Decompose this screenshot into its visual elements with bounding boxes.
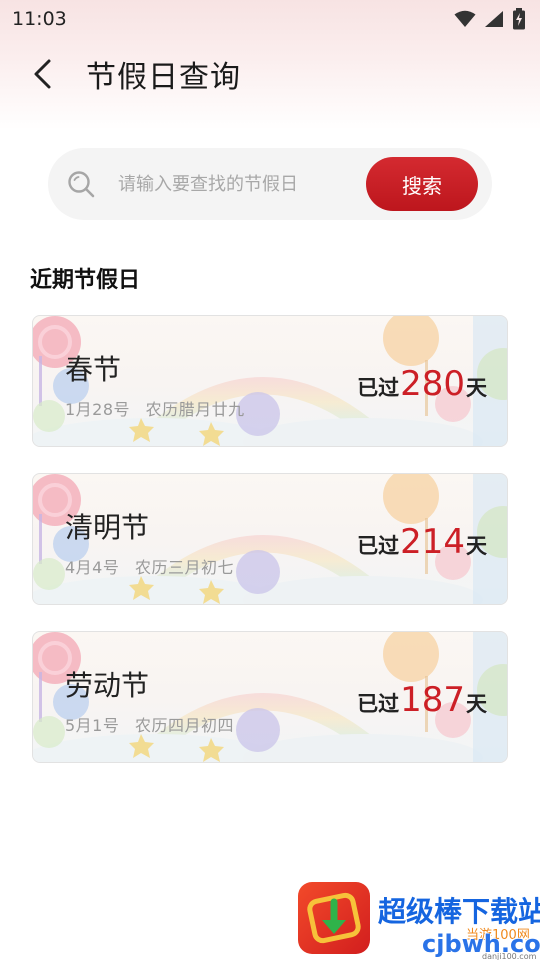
status-icons [454,8,526,30]
status-bar: 11:03 [0,0,540,38]
search-input[interactable] [118,164,350,204]
status-time: 11:03 [12,8,67,30]
battery-charging-icon [513,8,525,30]
holiday-date-line: 5月1号 农历四月初四 [65,712,234,736]
days-count: 280 [400,364,465,404]
holiday-date: 5月1号 [65,716,120,735]
days-prefix: 已过 [357,534,400,558]
holiday-lunar-date: 农历腊月廿九 [145,400,245,419]
days-prefix: 已过 [357,376,400,400]
wifi-icon [454,10,476,27]
holiday-days-passed: 已过 280 天 [357,364,487,404]
search-bar: 搜索 [48,148,492,220]
days-suffix: 天 [466,692,487,716]
days-suffix: 天 [466,376,487,400]
back-button[interactable] [12,48,72,100]
days-count: 214 [400,522,465,562]
search-icon [68,171,95,198]
holiday-card[interactable]: 劳动节 5月1号 农历四月初四 已过 187 天 [32,631,508,763]
holiday-name: 劳动节 [65,669,150,702]
watermark-logo [298,882,370,954]
holiday-date-line: 4月4号 农历三月初七 [65,554,234,578]
page-title: 节假日查询 [86,60,241,95]
site-watermark: 超级棒下载站 当游100网 cjbwh.com danji100.com [298,880,540,960]
holiday-name: 春节 [65,353,122,386]
holiday-days-passed: 已过 187 天 [357,680,487,720]
holiday-card[interactable]: 春节 1月28号 农历腊月廿九 已过 280 天 [32,315,508,447]
watermark-url-secondary: danji100.com [482,952,537,960]
holiday-date: 1月28号 [65,400,131,419]
days-prefix: 已过 [357,692,400,716]
holiday-name: 清明节 [65,511,150,544]
days-count: 187 [400,680,465,720]
holiday-date-line: 1月28号 农历腊月廿九 [65,396,245,420]
signal-icon [485,11,503,27]
holiday-lunar-date: 农历四月初四 [134,716,234,735]
days-suffix: 天 [466,534,487,558]
search-button[interactable]: 搜索 [366,157,478,211]
holiday-lunar-date: 农历三月初七 [134,558,234,577]
download-arrow-icon [307,892,361,944]
holiday-card[interactable]: 清明节 4月4号 农历三月初七 已过 214 天 [32,473,508,605]
chevron-left-icon [34,59,51,89]
title-bar: 节假日查询 [0,48,540,100]
section-title: 近期节假日 [30,268,141,293]
holiday-date: 4月4号 [65,558,120,577]
holiday-days-passed: 已过 214 天 [357,522,487,562]
